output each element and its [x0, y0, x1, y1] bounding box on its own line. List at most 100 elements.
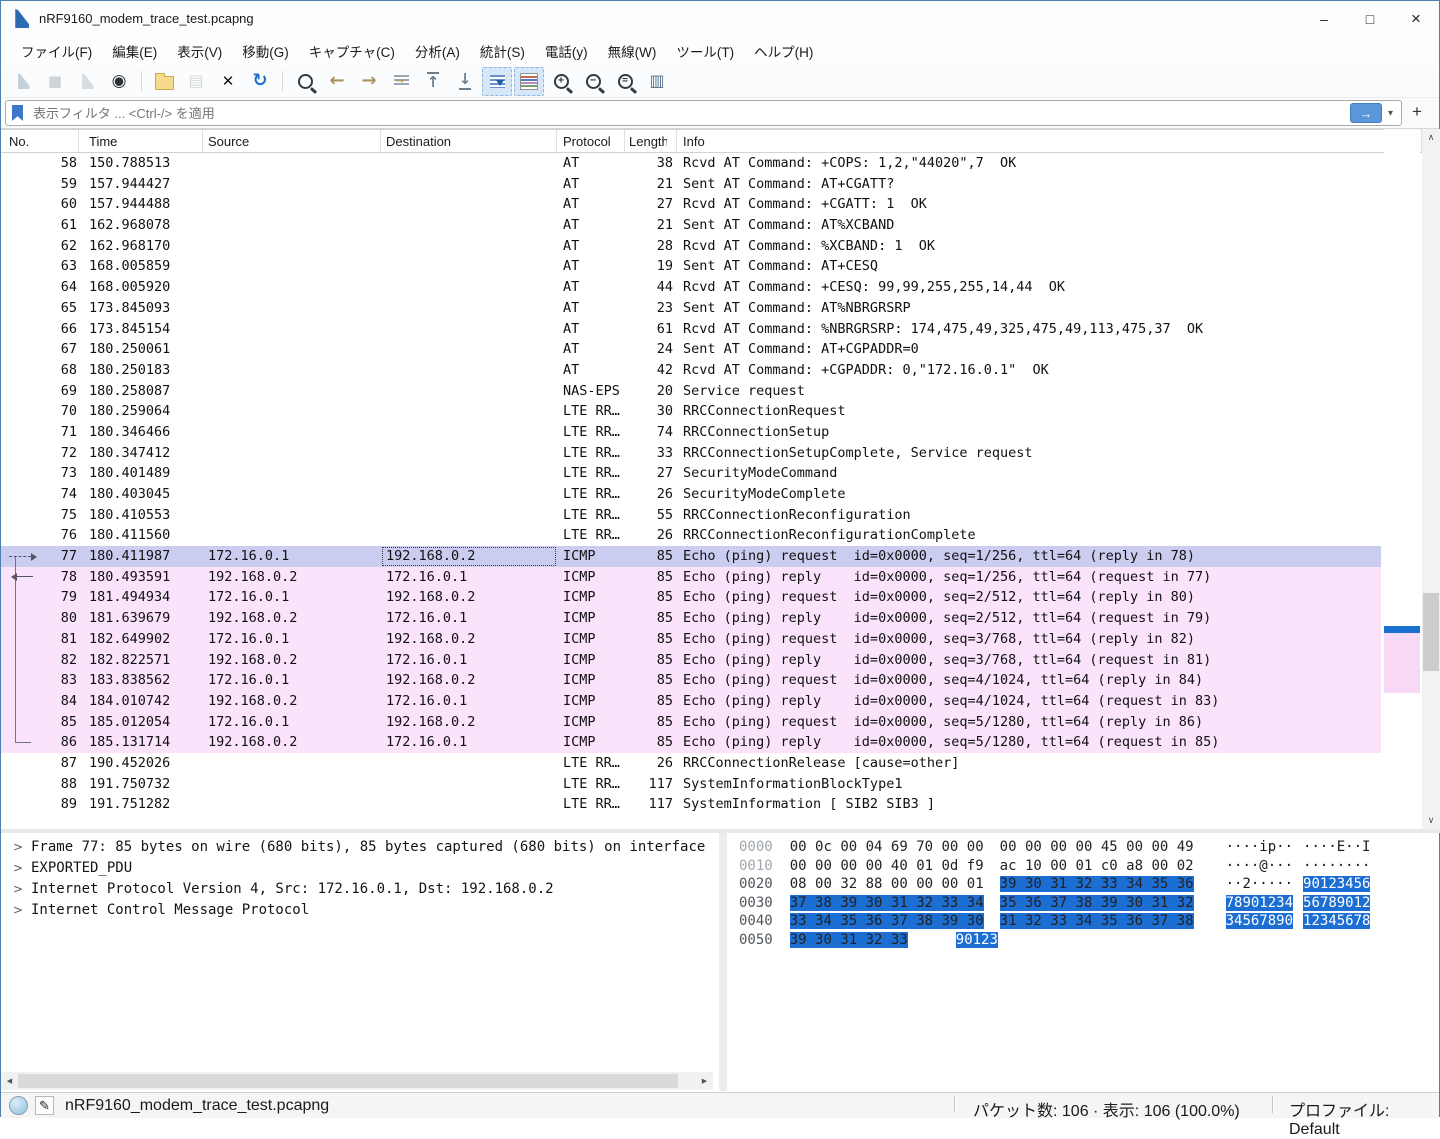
packet-row[interactable]: 86185.131714192.168.0.2172.16.0.1ICMP85E…: [1, 732, 1381, 753]
close-button[interactable]: ×: [1393, 1, 1439, 37]
detail-row[interactable]: >Internet Control Message Protocol: [1, 900, 719, 921]
packet-row[interactable]: 80181.639679192.168.0.2172.16.0.1ICMP85E…: [1, 608, 1381, 629]
restart-capture-icon[interactable]: [72, 67, 102, 96]
packet-row[interactable]: 77180.411987172.16.0.1192.168.0.2ICMP85E…: [1, 546, 1381, 567]
expert-info-icon[interactable]: [9, 1096, 28, 1115]
auto-scroll-icon[interactable]: [482, 67, 512, 96]
detail-row[interactable]: >EXPORTED_PDU: [1, 858, 719, 879]
start-capture-icon[interactable]: [8, 67, 38, 96]
packet-row[interactable]: 79181.494934172.16.0.1192.168.0.2ICMP85E…: [1, 587, 1381, 608]
column-header-time[interactable]: Time: [79, 130, 203, 152]
packet-row[interactable]: 74180.403045LTE RR…26SecurityModeComplet…: [1, 484, 1381, 505]
packet-row[interactable]: 64168.005920AT44Rcvd AT Command: +CESQ: …: [1, 277, 1381, 298]
close-file-icon[interactable]: ✕: [213, 67, 243, 96]
zoom-out-icon[interactable]: −: [578, 67, 608, 96]
detail-row[interactable]: >Internet Protocol Version 4, Src: 172.1…: [1, 879, 719, 900]
packet-row[interactable]: 73180.401489LTE RR…27SecurityModeCommand: [1, 463, 1381, 484]
vertical-splitter[interactable]: [719, 833, 727, 1091]
menu-tools[interactable]: ツール(T): [666, 37, 744, 65]
scroll-up-icon[interactable]: ∧: [1422, 129, 1440, 146]
filter-apply-button[interactable]: →: [1350, 103, 1382, 123]
column-header-no[interactable]: No.: [1, 130, 79, 152]
menu-telephony[interactable]: 電話(y): [535, 37, 598, 65]
packet-row[interactable]: 58150.788513AT38Rcvd AT Command: +COPS: …: [1, 153, 1381, 174]
packet-row[interactable]: 61162.968078AT21Sent AT Command: AT%XCBA…: [1, 215, 1381, 236]
go-forward-icon[interactable]: →: [354, 67, 384, 96]
zoom-in-icon[interactable]: +: [546, 67, 576, 96]
column-header-info[interactable]: Info: [677, 130, 1422, 152]
packet-row[interactable]: 82182.822571192.168.0.2172.16.0.1ICMP85E…: [1, 650, 1381, 671]
packet-row[interactable]: 66173.845154AT61Rcvd AT Command: %NBRGRS…: [1, 319, 1381, 340]
menu-edit[interactable]: 編集(E): [102, 37, 167, 65]
packet-row[interactable]: 83183.838562172.16.0.1192.168.0.2ICMP85E…: [1, 670, 1381, 691]
filter-bookmark-icon[interactable]: [12, 105, 23, 121]
go-to-top-icon[interactable]: ↑: [418, 67, 448, 96]
display-filter-field[interactable]: → ▾: [5, 100, 1402, 126]
intelligent-scrollbar-minimap[interactable]: [1384, 129, 1420, 829]
packet-row[interactable]: 68180.250183AT42Rcvd AT Command: +CGPADD…: [1, 360, 1381, 381]
resize-columns-icon[interactable]: ▥: [642, 67, 672, 96]
status-profile[interactable]: プロファイル: Default: [1289, 1097, 1439, 1139]
filter-dropdown-caret-icon[interactable]: ▾: [1388, 108, 1393, 119]
open-file-icon[interactable]: [149, 67, 179, 96]
expand-chevron-icon[interactable]: >: [1, 879, 31, 900]
capture-options-icon[interactable]: ◉: [104, 67, 134, 96]
hscrollbar-thumb[interactable]: [18, 1074, 678, 1088]
column-header-proto[interactable]: Protocol: [557, 130, 625, 152]
packet-row[interactable]: 87190.452026LTE RR…26RRCConnectionReleas…: [1, 753, 1381, 774]
scroll-down-icon[interactable]: ∨: [1422, 812, 1440, 829]
filter-add-button[interactable]: +: [1405, 101, 1429, 123]
packet-row[interactable]: 69180.258087NAS-EPS20Service request: [1, 381, 1381, 402]
packet-row[interactable]: 88191.750732LTE RR…117SystemInformationB…: [1, 774, 1381, 795]
column-header-len[interactable]: Length: [625, 130, 677, 152]
colorize-icon[interactable]: [514, 67, 544, 96]
zoom-original-icon[interactable]: =: [610, 67, 640, 96]
packet-row[interactable]: 89191.751282LTE RR…117SystemInformation …: [1, 794, 1381, 815]
menu-wireless[interactable]: 無線(W): [598, 37, 667, 65]
expand-chevron-icon[interactable]: >: [1, 858, 31, 879]
packet-row[interactable]: 70180.259064LTE RR…30RRCConnectionReques…: [1, 401, 1381, 422]
menu-capture[interactable]: キャプチャ(C): [299, 37, 405, 65]
hex-row[interactable]: 002008 00 32 88 00 00 00 0139 30 31 32 3…: [727, 875, 1439, 894]
save-file-icon[interactable]: ▤: [181, 67, 211, 96]
scroll-right-icon[interactable]: ▶: [696, 1072, 713, 1090]
packet-row[interactable]: 67180.250061AT24Sent AT Command: AT+CGPA…: [1, 339, 1381, 360]
detail-row[interactable]: >Frame 77: 85 bytes on wire (680 bits), …: [1, 837, 719, 858]
column-header-dst[interactable]: Destination: [381, 130, 557, 152]
packet-row[interactable]: 59157.944427AT21Sent AT Command: AT+CGAT…: [1, 174, 1381, 195]
menu-view[interactable]: 表示(V): [167, 37, 232, 65]
packet-list-vscrollbar[interactable]: ∧ ∨: [1422, 129, 1440, 829]
menu-statistics[interactable]: 統計(S): [470, 37, 535, 65]
menu-go[interactable]: 移動(G): [232, 37, 299, 65]
packet-row[interactable]: 78180.493591192.168.0.2172.16.0.1ICMP85E…: [1, 567, 1381, 588]
menu-analyze[interactable]: 分析(A): [405, 37, 470, 65]
reload-file-icon[interactable]: ↻: [245, 67, 275, 96]
packet-row[interactable]: 65173.845093AT23Sent AT Command: AT%NBRG…: [1, 298, 1381, 319]
go-back-icon[interactable]: ←: [322, 67, 352, 96]
minimize-button[interactable]: –: [1301, 1, 1347, 37]
go-to-packet-icon[interactable]: [386, 67, 416, 96]
stop-capture-icon[interactable]: ■: [40, 67, 70, 96]
hex-row[interactable]: 004033 34 35 36 37 38 39 3031 32 33 34 3…: [727, 912, 1439, 931]
scroll-left-icon[interactable]: ◀: [1, 1072, 18, 1090]
menu-file[interactable]: ファイル(F): [11, 37, 102, 65]
maximize-button[interactable]: □: [1347, 1, 1393, 37]
packet-row[interactable]: 85185.012054172.16.0.1192.168.0.2ICMP85E…: [1, 712, 1381, 733]
packet-row[interactable]: 81182.649902172.16.0.1192.168.0.2ICMP85E…: [1, 629, 1381, 650]
packet-row[interactable]: 60157.944488AT27Rcvd AT Command: +CGATT:…: [1, 194, 1381, 215]
display-filter-input[interactable]: [31, 105, 1350, 122]
find-packet-icon[interactable]: [290, 67, 320, 96]
hex-row[interactable]: 003037 38 39 30 31 32 33 3435 36 37 38 3…: [727, 894, 1439, 913]
hex-row[interactable]: 005039 30 31 32 3390123: [727, 931, 1439, 950]
hex-row[interactable]: 000000 0c 00 04 69 70 00 0000 00 00 00 4…: [727, 838, 1439, 857]
packet-row[interactable]: 75180.410553LTE RR…55RRCConnectionReconf…: [1, 505, 1381, 526]
menu-help[interactable]: ヘルプ(H): [744, 37, 823, 65]
packet-row[interactable]: 62162.968170AT28Rcvd AT Command: %XCBAND…: [1, 236, 1381, 257]
hex-row[interactable]: 001000 00 00 00 40 01 0d f9ac 10 00 01 c…: [727, 857, 1439, 876]
capture-comment-icon[interactable]: ✎: [35, 1096, 54, 1115]
expand-chevron-icon[interactable]: >: [1, 837, 31, 858]
packet-row[interactable]: 71180.346466LTE RR…74RRCConnectionSetup: [1, 422, 1381, 443]
column-header-src[interactable]: Source: [203, 130, 381, 152]
expand-chevron-icon[interactable]: >: [1, 900, 31, 921]
go-to-bottom-icon[interactable]: ↓: [450, 67, 480, 96]
